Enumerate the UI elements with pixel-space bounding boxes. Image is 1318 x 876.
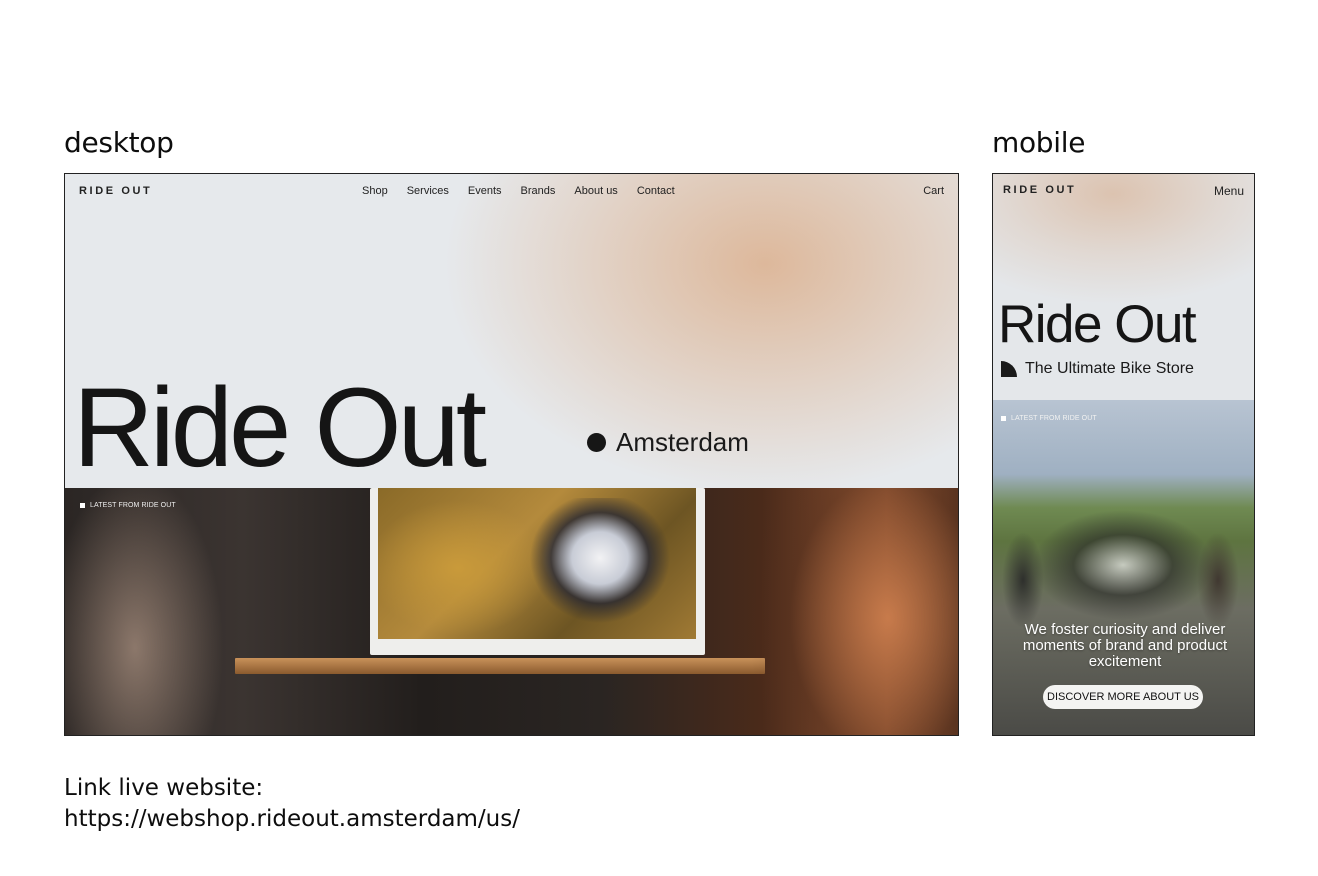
desktop-latest-badge[interactable]: LATEST FROM RIDE OUT — [80, 502, 176, 509]
mobile-screenshot: RIDE OUT Menu Ride Out The Ultimate Bike… — [992, 173, 1255, 736]
desktop-nav: Shop Services Events Brands About us Con… — [362, 185, 675, 197]
square-icon — [80, 503, 85, 508]
cyclist-image — [520, 498, 670, 638]
quarter-circle-icon — [1001, 361, 1017, 377]
mobile-latest-badge[interactable]: LATEST FROM RIDE OUT — [1001, 415, 1097, 422]
nav-item-events[interactable]: Events — [468, 185, 502, 197]
mobile-hero-title: Ride Out — [998, 295, 1197, 354]
city-label: Amsterdam — [616, 427, 749, 457]
link-label: Link live website: — [64, 775, 264, 801]
menu-button[interactable]: Menu — [1214, 184, 1244, 198]
nav-item-shop[interactable]: Shop — [362, 185, 388, 197]
desktop-hero: RIDE OUT Shop Services Events Brands Abo… — [65, 174, 958, 488]
cart-link[interactable]: Cart — [923, 185, 944, 197]
desktop-city: Amsterdam — [587, 427, 749, 458]
nav-item-contact[interactable]: Contact — [637, 185, 675, 197]
desktop-label: desktop — [64, 126, 174, 159]
desktop-hero-photo: LATEST FROM RIDE OUT — [65, 488, 958, 735]
mobile-label: mobile — [992, 126, 1086, 159]
mobile-logo[interactable]: RIDE OUT — [1003, 184, 1076, 196]
photo-blur-right — [728, 488, 958, 735]
website-url[interactable]: https://webshop.rideout.amsterdam/us/ — [64, 804, 520, 835]
nav-item-services[interactable]: Services — [407, 185, 449, 197]
desktop-screenshot: RIDE OUT Shop Services Events Brands Abo… — [64, 173, 959, 736]
photo-table — [235, 658, 765, 674]
link-caption: Link live website: https://webshop.rideo… — [64, 773, 520, 835]
discover-more-button[interactable]: DISCOVER MORE ABOUT US — [1043, 685, 1203, 709]
mission-statement: We foster curiosity and deliver moments … — [1022, 621, 1228, 670]
photo-monitor — [370, 488, 705, 655]
mobile-latest-label: LATEST FROM RIDE OUT — [1011, 415, 1097, 422]
mobile-tagline: The Ultimate Bike Store — [1001, 360, 1194, 378]
tagline-label: The Ultimate Bike Store — [1025, 360, 1194, 377]
desktop-latest-label: LATEST FROM RIDE OUT — [90, 502, 176, 509]
mobile-hero: RIDE OUT Menu Ride Out The Ultimate Bike… — [993, 174, 1254, 400]
mobile-hero-photo: LATEST FROM RIDE OUT We foster curiosity… — [993, 400, 1254, 735]
nav-item-brands[interactable]: Brands — [521, 185, 556, 197]
dot-icon — [587, 433, 606, 452]
photo-blur-left — [65, 488, 265, 735]
square-icon — [1001, 416, 1006, 421]
desktop-hero-title: Ride Out — [73, 365, 487, 490]
nav-item-about-us[interactable]: About us — [574, 185, 617, 197]
desktop-logo[interactable]: RIDE OUT — [79, 185, 152, 197]
